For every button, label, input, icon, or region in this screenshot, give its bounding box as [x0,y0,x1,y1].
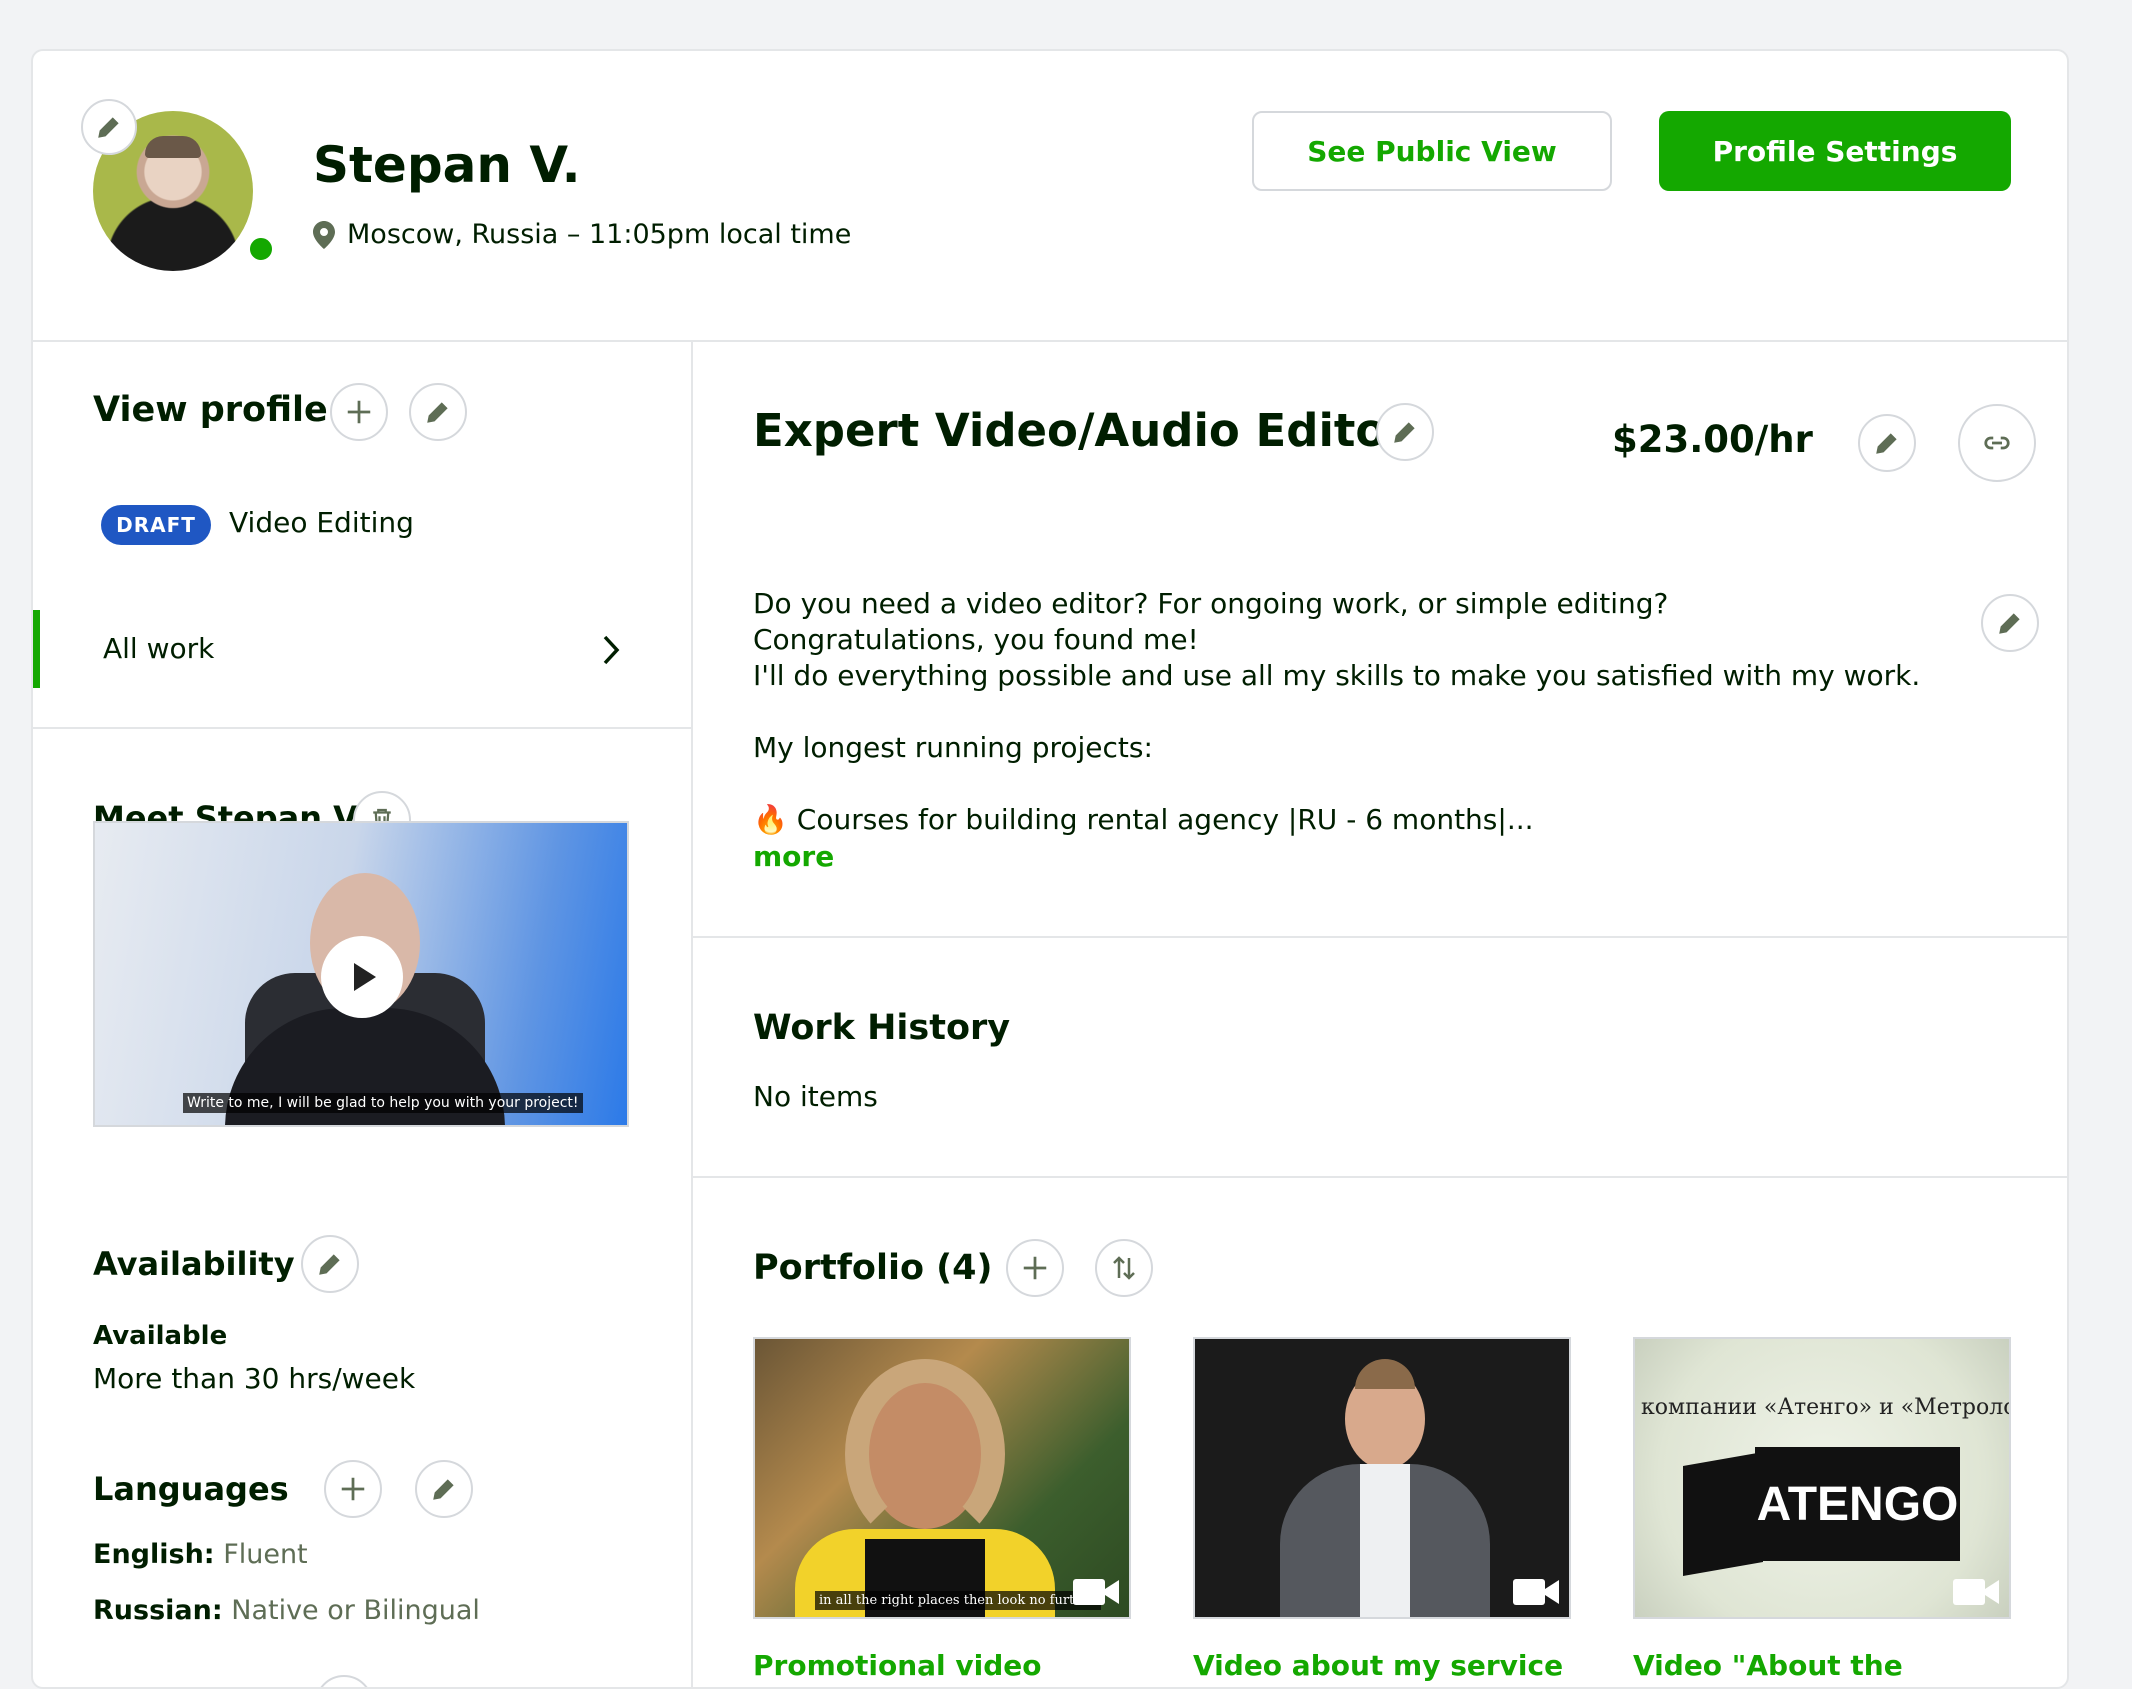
overview-line: My longest running projects: [753,731,1153,764]
location-pin-icon [313,220,335,249]
edit-title-button[interactable] [1376,403,1434,461]
view-profile-title: View profile [93,390,328,430]
availability-hours: More than 30 hrs/week [93,1362,416,1395]
profile-settings-button[interactable]: Profile Settings [1659,111,2011,191]
edit-overview-button[interactable] [1981,594,2039,652]
main-content: Expert Video/Audio Editor $23.00/hr Do y… [693,342,2067,1687]
overview-line [753,766,1920,802]
overview-text: Do you need a video editor? For ongoing … [753,586,1920,838]
pencil-icon [433,1479,454,1500]
availability-status: Available [93,1321,228,1351]
see-public-view-button[interactable]: See Public View [1252,111,1612,191]
language-level: Fluent [223,1539,308,1570]
languages-title: Languages [93,1470,289,1508]
chevron-right-icon[interactable] [601,634,621,666]
freelancer-name: Stepan V. [313,136,581,194]
portfolio-item-title[interactable]: Promotional video [753,1648,1042,1684]
portfolio-item-title[interactable]: Video about my service [1193,1648,1563,1684]
plus-icon [347,400,371,424]
edit-availability-button[interactable] [301,1235,359,1293]
atengo-logo: ATENGO [1755,1447,1960,1561]
profile-header: Stepan V. Moscow, Russia – 11:05pm local… [33,51,2067,342]
sidebar: View profile DRAFT Video Editing All wor… [33,342,693,1687]
edit-rate-button[interactable] [1858,414,1916,472]
add-profile-button[interactable] [330,383,388,441]
pencil-icon [1876,433,1897,454]
language-item: English: Fluent [93,1539,308,1570]
pencil-icon [1999,613,2020,634]
location-text: Moscow, Russia – 11:05pm local time [347,219,852,250]
overview-line [753,694,1920,730]
edit-profile-button[interactable] [409,383,467,441]
portfolio-thumbnail[interactable]: компании «Атенго» и «Метроло ATENGO [1633,1337,2011,1619]
add-portfolio-button[interactable] [1006,1239,1064,1297]
video-camera-icon [1073,1579,1119,1605]
edit-languages-button[interactable] [415,1460,473,1518]
reorder-portfolio-button[interactable] [1095,1239,1153,1297]
overview-line: Congratulations, you found me! [753,623,1199,656]
all-work-link[interactable]: All work [103,632,214,665]
intro-video[interactable]: Write to me, I will be glad to help you … [93,821,629,1127]
section-divider [693,1176,2067,1178]
add-language-button[interactable] [324,1460,382,1518]
work-history-empty: No items [753,1080,878,1113]
availability-title: Availability [93,1245,295,1283]
video-camera-icon [1953,1579,1999,1605]
draft-badge: DRAFT [101,505,211,545]
language-level: Native or Bilingual [231,1595,480,1626]
portfolio-thumbnail[interactable] [1193,1337,1571,1619]
language-item: Russian: Native or Bilingual [93,1595,480,1626]
overview-line: 🔥 Courses for building rental agency |RU… [753,803,1534,836]
pencil-icon [427,402,448,423]
play-button[interactable] [321,936,403,1018]
work-history-title: Work History [753,1008,1011,1048]
video-subtitle: Write to me, I will be glad to help you … [183,1093,583,1113]
edit-photo-button[interactable] [81,99,137,155]
pencil-icon [319,1254,340,1275]
active-indicator [33,610,40,688]
location-line: Moscow, Russia – 11:05pm local time [313,219,851,250]
portfolio-title: Portfolio (4) [753,1248,993,1288]
plus-icon [1023,1256,1047,1280]
profile-title: Expert Video/Audio Editor [753,404,1409,457]
language-name: English: [93,1539,215,1570]
profile-card: Stepan V. Moscow, Russia – 11:05pm local… [31,49,2069,1689]
sidebar-divider [33,727,693,729]
overview-line: Do you need a video editor? For ongoing … [753,587,1669,620]
sort-icon [1113,1256,1135,1280]
hourly-rate: $23.00/hr [1612,418,1813,461]
online-status-dot [246,234,276,264]
section-divider [693,936,2067,938]
plus-icon [341,1477,365,1501]
more-link[interactable]: more [753,840,834,873]
pencil-icon [98,117,119,138]
portfolio-thumbnail[interactable]: in all the right places then look no fur… [753,1337,1131,1619]
pencil-icon [1394,422,1415,443]
thumbnail-caption: in all the right places then look no fur… [815,1591,1101,1610]
thumbnail-overlay-text: компании «Атенго» и «Метроло [1641,1395,2011,1420]
play-icon [354,963,376,991]
draft-profile-link[interactable]: Video Editing [229,506,414,539]
copy-link-button[interactable] [1958,404,2036,482]
link-icon [1984,436,2010,450]
add-education-button[interactable] [315,1675,373,1687]
language-name: Russian: [93,1595,223,1626]
video-camera-icon [1513,1579,1559,1605]
portfolio-item-title[interactable]: Video "About the company" for employees. [1633,1648,2013,1687]
overview-line: I'll do everything possible and use all … [753,659,1921,692]
